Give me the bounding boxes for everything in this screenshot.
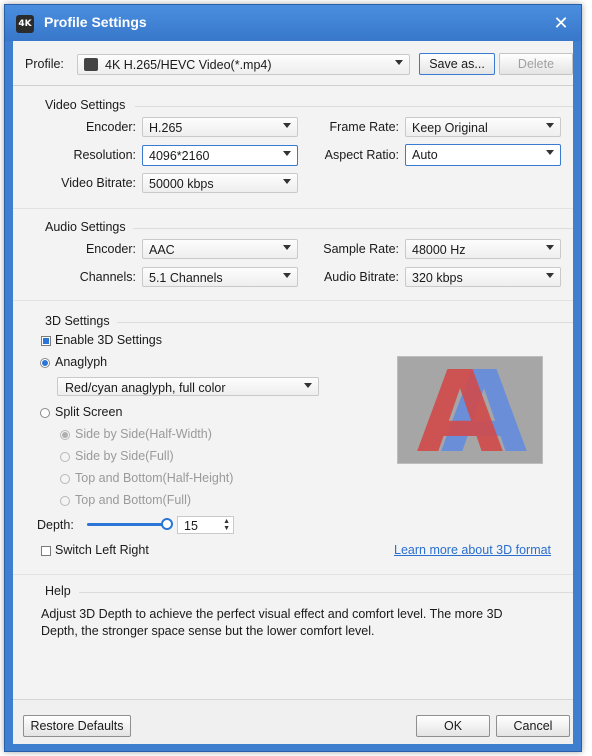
channels-value: 5.1 Channels [149, 271, 223, 285]
switch-left-right-label[interactable]: Switch Left Right [55, 543, 149, 557]
title-bar[interactable]: 4K Profile Settings ✕ [5, 5, 581, 41]
spinner-down-icon[interactable]: ▼ [223, 525, 230, 532]
chevron-down-icon [283, 179, 291, 184]
audio-bitrate-value: 320 kbps [412, 271, 463, 285]
audio-encoder-label: Encoder: [85, 242, 136, 256]
video-file-icon [84, 58, 98, 71]
top-bottom-full-radio[interactable] [60, 496, 70, 506]
audio-settings-title: Audio Settings [45, 220, 126, 234]
divider [13, 300, 573, 301]
video-encoder-value: H.265 [149, 121, 183, 135]
help-text-line2: Depth, the stronger space sense but the … [41, 624, 375, 638]
learn-more-3d-link[interactable]: Learn more about 3D format [394, 543, 551, 557]
top-bottom-half-radio[interactable] [60, 474, 70, 484]
anaglyph-mode-value: Red/cyan anaglyph, full color [65, 381, 226, 395]
video-encoder-label: Encoder: [85, 120, 136, 134]
chevron-down-icon[interactable] [395, 60, 403, 65]
chevron-down-icon [283, 245, 291, 250]
split-screen-label[interactable]: Split Screen [55, 405, 122, 419]
anaglyph-preview-image: A A [397, 348, 543, 478]
audio-encoder-select[interactable]: AAC [142, 239, 298, 259]
resolution-select[interactable]: 4096*2160 [142, 145, 298, 166]
app-logo-icon: 4K [16, 15, 34, 33]
ok-button[interactable]: OK [416, 715, 490, 737]
depth-spinner[interactable]: 15 ▲ ▼ [177, 516, 234, 534]
divider [79, 592, 573, 593]
switch-left-right-checkbox[interactable] [41, 546, 51, 556]
enable-3d-checkbox[interactable] [41, 336, 51, 346]
aspect-ratio-label: Aspect Ratio: [324, 148, 399, 162]
anaglyph-label[interactable]: Anaglyph [55, 355, 107, 369]
aspect-ratio-value: Auto [412, 148, 438, 162]
divider [135, 106, 573, 107]
dialog-footer: Restore Defaults OK Cancel [13, 699, 573, 744]
side-by-side-full-label: Side by Side(Full) [75, 449, 174, 463]
side-by-side-half-label: Side by Side(Half-Width) [75, 427, 212, 441]
chevron-down-icon [546, 150, 554, 155]
save-as-button[interactable]: Save as... [419, 53, 495, 75]
video-encoder-select[interactable]: H.265 [142, 117, 298, 137]
side-by-side-half-radio[interactable] [60, 430, 70, 440]
anaglyph-a-red: A [417, 357, 504, 463]
resolution-value: 4096*2160 [149, 149, 210, 163]
depth-slider-fill [87, 523, 167, 526]
close-icon[interactable]: ✕ [549, 11, 573, 35]
help-text-line1: Adjust 3D Depth to achieve the perfect v… [41, 607, 503, 621]
top-bottom-full-label: Top and Bottom(Full) [75, 493, 192, 507]
anaglyph-a-icon: A A [417, 348, 528, 478]
profile-label: Profile: [25, 57, 64, 71]
divider [13, 574, 573, 575]
help-title: Help [45, 584, 71, 598]
chevron-down-icon [546, 245, 554, 250]
top-bottom-half-label: Top and Bottom(Half-Height) [75, 471, 234, 485]
window-title: Profile Settings [44, 14, 147, 30]
depth-slider[interactable] [87, 518, 173, 530]
sample-rate-label: Sample Rate: [323, 242, 399, 256]
video-bitrate-select[interactable]: 50000 kbps [142, 173, 298, 193]
chevron-down-icon [546, 123, 554, 128]
sample-rate-select[interactable]: 48000 Hz [405, 239, 561, 259]
video-bitrate-value: 50000 kbps [149, 177, 214, 191]
audio-bitrate-select[interactable]: 320 kbps [405, 267, 561, 287]
divider [133, 228, 573, 229]
3d-settings-title: 3D Settings [45, 314, 110, 328]
spinner-up-icon[interactable]: ▲ [223, 518, 230, 525]
anaglyph-radio[interactable] [40, 358, 50, 368]
profile-select[interactable]: 4K H.265/HEVC Video(*.mp4) [77, 54, 410, 75]
channels-label: Channels: [79, 270, 136, 284]
chevron-down-icon [546, 273, 554, 278]
anaglyph-mode-select[interactable]: Red/cyan anaglyph, full color [57, 377, 319, 396]
enable-3d-label[interactable]: Enable 3D Settings [55, 333, 162, 347]
resolution-label: Resolution: [73, 148, 136, 162]
split-screen-radio[interactable] [40, 408, 50, 418]
frame-rate-label: Frame Rate: [329, 120, 399, 134]
delete-button[interactable]: Delete [499, 53, 573, 75]
restore-defaults-button[interactable]: Restore Defaults [23, 715, 131, 737]
video-bitrate-label: Video Bitrate: [61, 176, 136, 190]
aspect-ratio-select[interactable]: Auto [405, 144, 561, 166]
depth-slider-thumb[interactable] [161, 518, 173, 530]
audio-encoder-value: AAC [149, 243, 175, 257]
cancel-button[interactable]: Cancel [496, 715, 570, 737]
profile-value: 4K H.265/HEVC Video(*.mp4) [105, 58, 272, 72]
divider [117, 322, 573, 323]
chevron-down-icon [283, 151, 291, 156]
chevron-down-icon [283, 123, 291, 128]
sample-rate-value: 48000 Hz [412, 243, 466, 257]
chevron-down-icon [304, 383, 312, 388]
dialog-body: Profile: 4K H.265/HEVC Video(*.mp4) Save… [13, 41, 573, 744]
frame-rate-value: Keep Original [412, 121, 488, 135]
channels-select[interactable]: 5.1 Channels [142, 267, 298, 287]
profile-settings-window: 4K Profile Settings ✕ Profile: 4K H.265/… [4, 4, 582, 752]
audio-bitrate-label: Audio Bitrate: [323, 270, 399, 284]
video-settings-title: Video Settings [45, 98, 126, 112]
divider [13, 208, 573, 209]
divider [13, 85, 573, 86]
chevron-down-icon [283, 273, 291, 278]
frame-rate-select[interactable]: Keep Original [405, 117, 561, 137]
side-by-side-full-radio[interactable] [60, 452, 70, 462]
depth-value: 15 [184, 519, 198, 533]
depth-label: Depth: [37, 518, 74, 532]
